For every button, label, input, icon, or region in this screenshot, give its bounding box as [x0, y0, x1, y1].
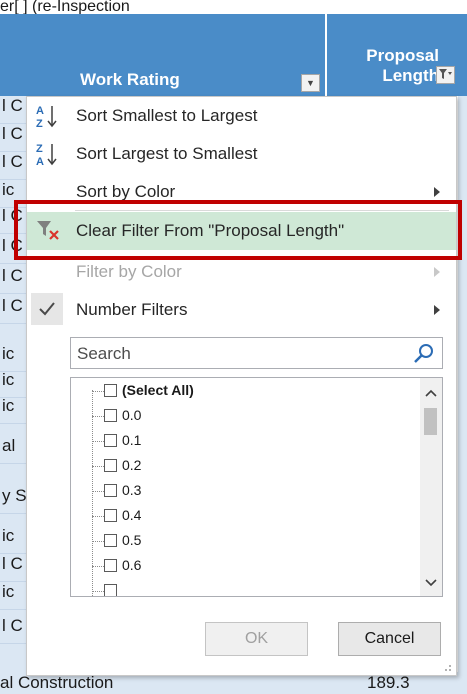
- table-header-row: Work Rating ▼ Proposal Length: [0, 14, 467, 96]
- checkbox[interactable]: [104, 534, 117, 547]
- menu-item-label: Filter by Color: [76, 262, 182, 281]
- tree-connector: [92, 516, 104, 517]
- submenu-arrow-icon: [434, 267, 440, 277]
- sort-smallest-to-largest-item[interactable]: A Z Sort Smallest to Largest: [27, 97, 456, 135]
- cancel-button[interactable]: Cancel: [338, 622, 441, 656]
- sheet-left-cell: l C: [0, 616, 28, 644]
- proposal-length-header-line2: Length: [382, 66, 439, 85]
- sheet-left-cell: l C: [0, 96, 28, 124]
- checkbox[interactable]: [104, 409, 117, 422]
- sort-largest-to-smallest-item[interactable]: Z A Sort Largest to Smallest: [27, 135, 456, 173]
- proposal-length-header[interactable]: Proposal Length: [327, 14, 457, 96]
- sheet-top-partial-row: er[ ] (re-Inspection: [0, 0, 467, 14]
- menu-item-label: Number Filters: [76, 300, 188, 319]
- work-rating-header[interactable]: Work Rating ▼: [76, 14, 325, 96]
- sheet-left-cell: l C: [0, 266, 28, 294]
- tree-connector: [92, 491, 104, 492]
- menu-item-label: Sort by Color: [76, 182, 176, 201]
- sheet-left-cell: ic: [0, 396, 28, 424]
- checkbox[interactable]: [104, 484, 117, 497]
- scroll-up-icon[interactable]: [425, 388, 437, 398]
- filter-value-label: 0.2: [122, 457, 142, 473]
- proposal-length-active-filter-icon[interactable]: [436, 66, 455, 84]
- work-rating-filter-dropdown-icon[interactable]: ▼: [301, 74, 320, 92]
- sheet-left-cell: ic: [0, 582, 28, 610]
- checkbox[interactable]: [104, 384, 117, 397]
- svg-text:Z: Z: [36, 143, 43, 155]
- sheet-left-cell: l C: [0, 124, 28, 152]
- sheet-left-column: l Cl Cl Cic l Cl Cl Cl Cic ic ic al y Sic l Ci…: [0, 96, 28, 694]
- scroll-down-icon[interactable]: [425, 578, 437, 588]
- tree-connector: [92, 566, 104, 567]
- work-rating-header-label: Work Rating: [80, 70, 180, 89]
- tree-connector: [92, 541, 104, 542]
- list-scrollbar[interactable]: [420, 378, 442, 596]
- filter-value-label: 0.4: [122, 507, 142, 523]
- sort-descending-icon: Z A: [35, 141, 65, 168]
- checkbox[interactable]: [104, 509, 117, 522]
- checkbox[interactable]: [104, 559, 117, 572]
- scrollbar-thumb[interactable]: [424, 408, 437, 435]
- svg-text:Z: Z: [36, 118, 43, 129]
- filter-values-list: (Select All) 0.0 0.1 0.2 0.3 0.4 0.5 0.6: [70, 377, 443, 597]
- search-icon[interactable]: [412, 342, 436, 371]
- menu-item-label: Sort Smallest to Largest: [76, 106, 258, 125]
- sort-ascending-icon: A Z: [35, 103, 65, 130]
- filter-value-label: 0.0: [122, 407, 142, 423]
- annotation-highlight-box: [14, 200, 462, 260]
- submenu-arrow-icon: [434, 305, 440, 315]
- svg-text:A: A: [36, 105, 44, 117]
- tree-connector: [92, 441, 104, 442]
- filter-value-label: (Select All): [122, 382, 194, 398]
- filter-search-box[interactable]: [70, 337, 443, 369]
- checkbox[interactable]: [104, 434, 117, 447]
- resize-grip-icon[interactable]: [442, 662, 452, 672]
- submenu-arrow-icon: [434, 187, 440, 197]
- filter-value-label: 0.3: [122, 482, 142, 498]
- tree-connector: [92, 591, 104, 592]
- sheet-right-edge: [458, 96, 467, 694]
- svg-text:A: A: [36, 156, 44, 167]
- sheet-left-cell: ic: [0, 370, 28, 398]
- filter-value-label: 0.6: [122, 557, 142, 573]
- filter-value-label: 0.1: [122, 432, 142, 448]
- sheet-left-cell: y S: [0, 486, 28, 514]
- sheet-left-cell: l C: [0, 554, 28, 582]
- sheet-left-cell: l C: [0, 296, 28, 324]
- tree-connector: [92, 391, 104, 392]
- sheet-left-cell: ic: [0, 344, 28, 372]
- tree-connector: [92, 466, 104, 467]
- checkbox[interactable]: [104, 584, 117, 596]
- sheet-left-cell: al: [0, 436, 28, 464]
- autofilter-dropdown-panel: A Z Sort Smallest to Largest Z A Sort La…: [26, 96, 457, 676]
- search-input[interactable]: [75, 341, 409, 367]
- menu-item-label: Sort Largest to Smallest: [76, 144, 258, 163]
- number-filters-item[interactable]: Number Filters: [27, 291, 456, 329]
- sheet-left-cell: ic: [0, 526, 28, 554]
- sheet-left-cell: l C: [0, 152, 28, 180]
- ok-button[interactable]: OK: [205, 622, 308, 656]
- tree-connector: [92, 416, 104, 417]
- checkbox[interactable]: [104, 459, 117, 472]
- filter-value-label: 0.5: [122, 532, 142, 548]
- proposal-length-header-line1: Proposal: [366, 46, 439, 65]
